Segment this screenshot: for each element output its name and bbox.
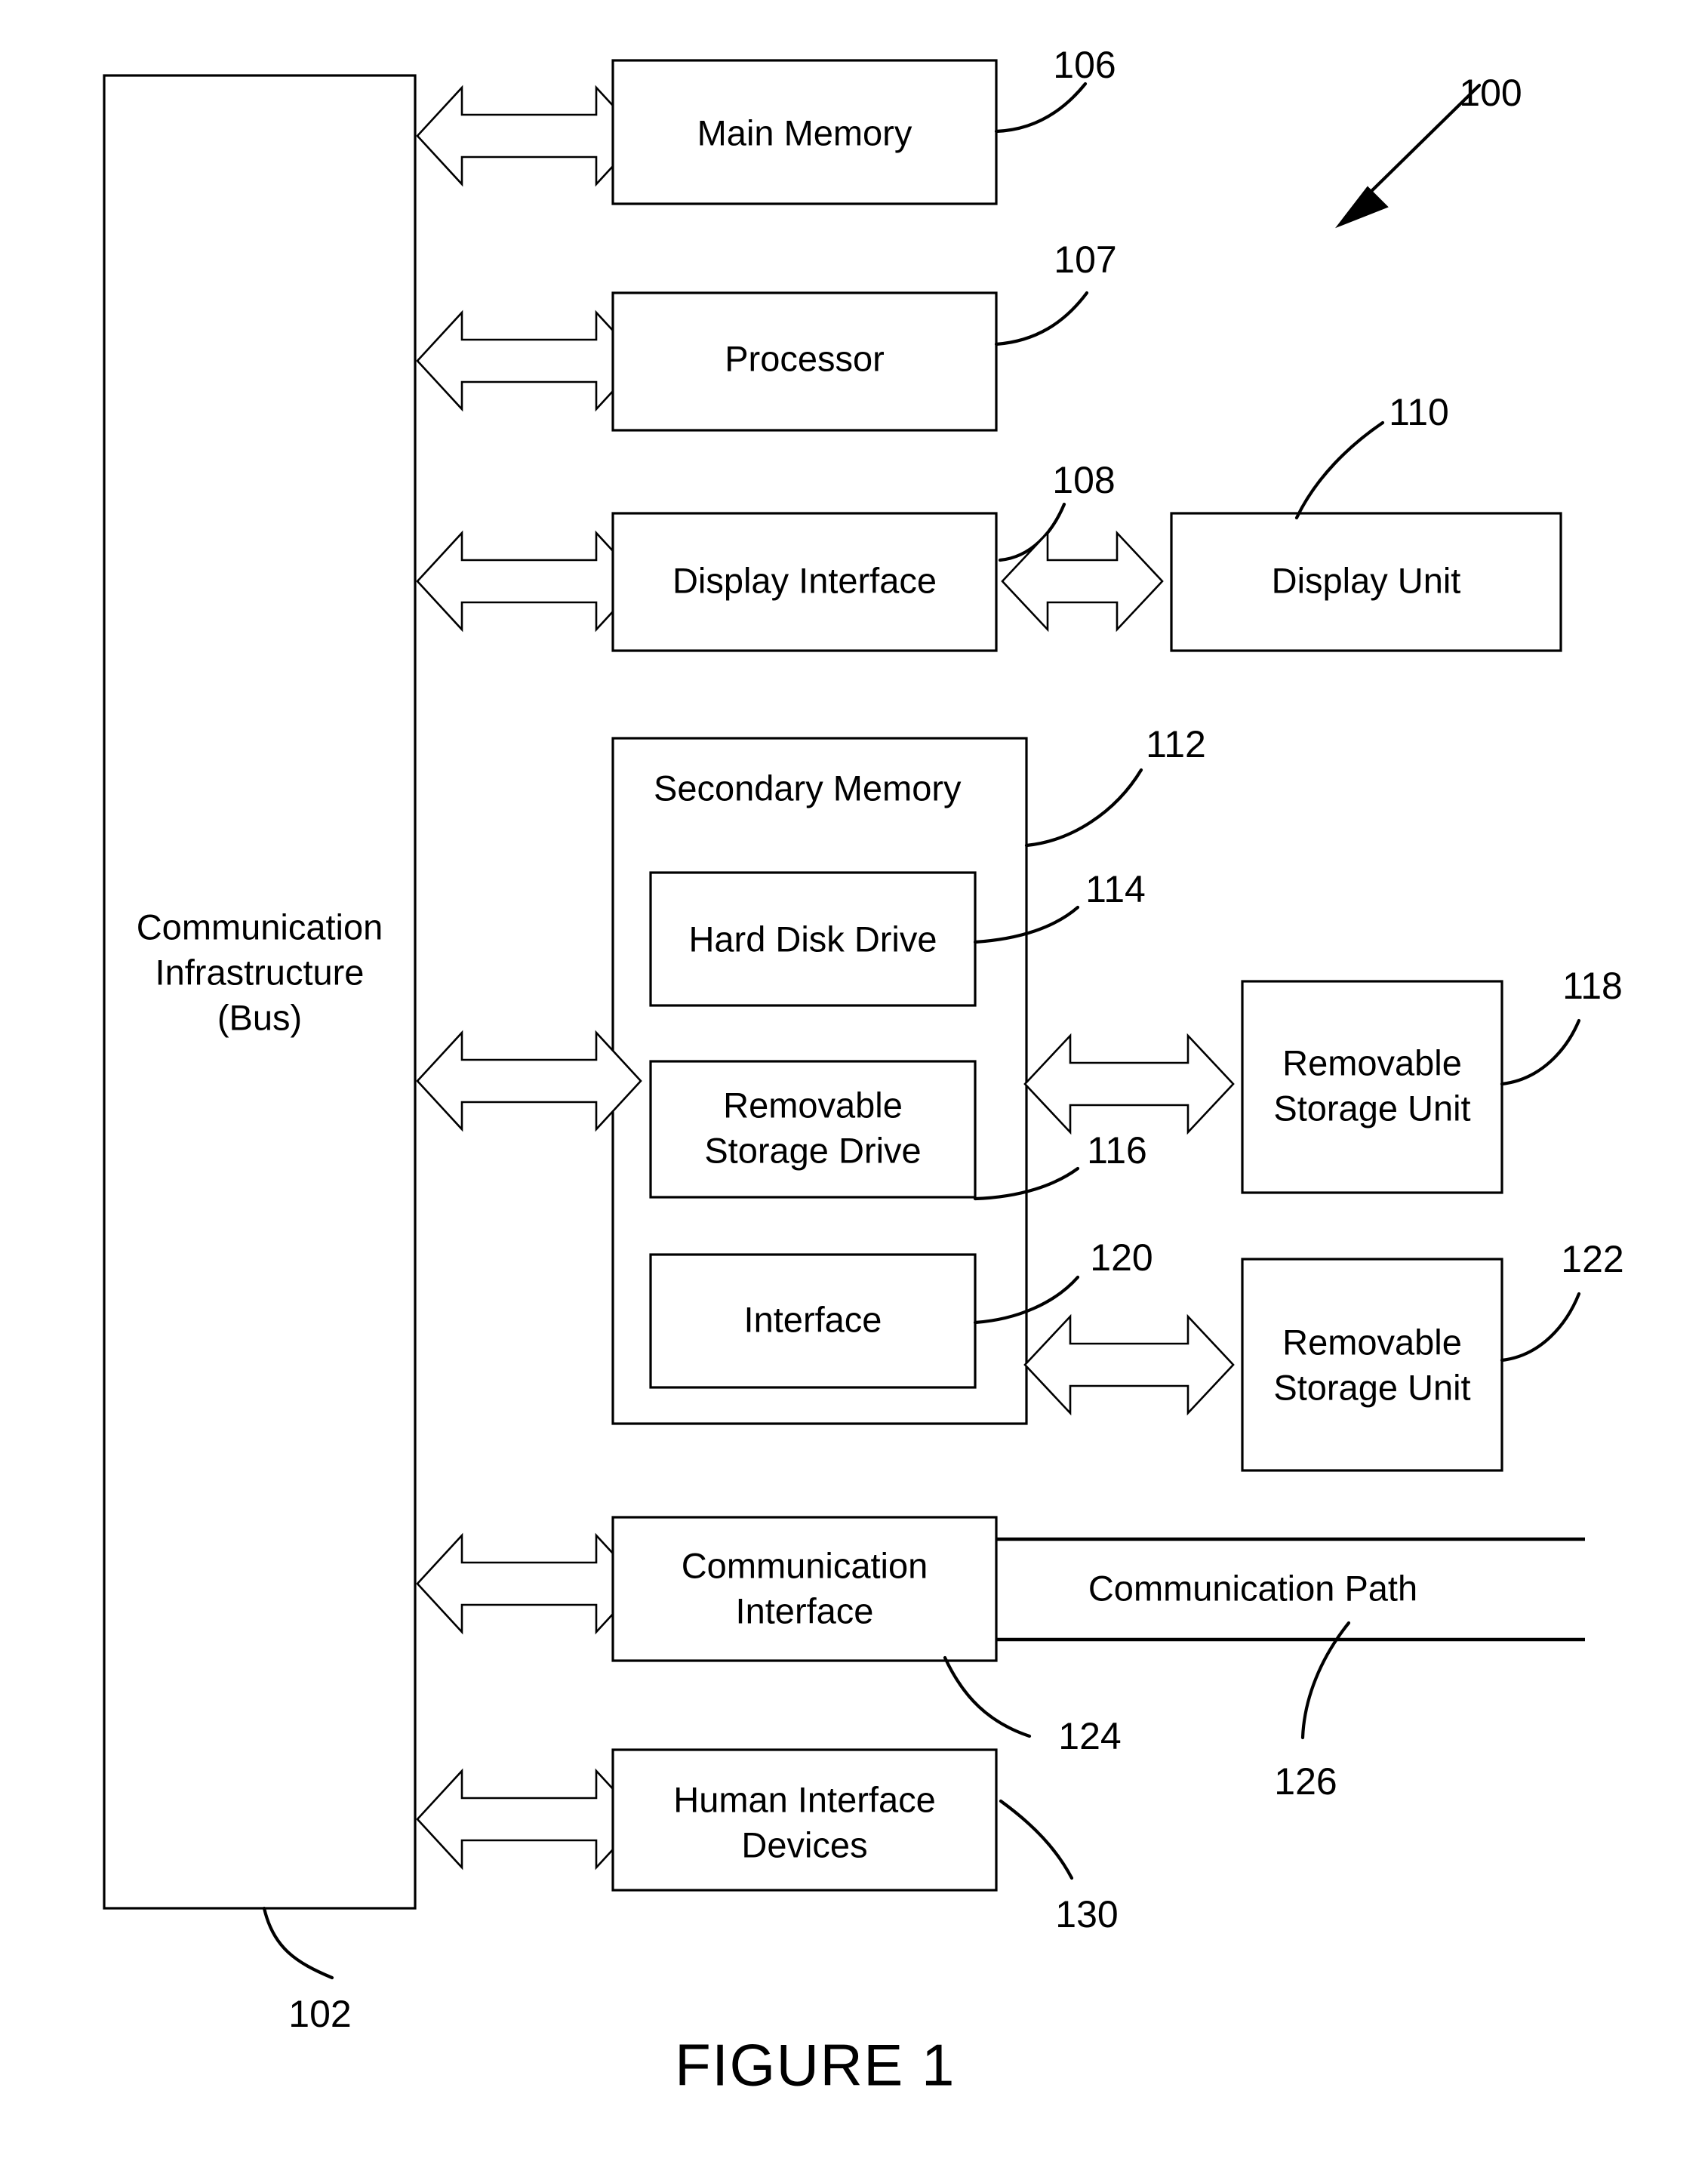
removable-storage-unit-1-label-line1: Removable xyxy=(1282,1042,1462,1082)
removable-storage-unit-1-box xyxy=(1241,980,1503,1194)
removable-storage-drive-box xyxy=(649,1060,977,1199)
ref-112-leader-line xyxy=(1024,768,1143,848)
bus-to-main-memory-arrow xyxy=(416,85,642,187)
block-diagram-svg: Communication Infrastructure (Bus) 102 M… xyxy=(103,44,1624,2098)
processor-label: Processor xyxy=(725,338,885,378)
communication-interface-label-line2: Interface xyxy=(736,1590,874,1630)
bus-to-human-interface-devices-arrow xyxy=(416,1768,642,1871)
ref-112-label: 112 xyxy=(1146,723,1206,765)
ref-102-leader-line xyxy=(262,1906,334,1980)
communication-path-label: Communication Path xyxy=(1088,1568,1417,1608)
ref-122-label: 122 xyxy=(1561,1238,1623,1280)
human-interface-devices-label-line2: Devices xyxy=(741,1824,867,1864)
display-interface-to-display-unit-arrow xyxy=(1001,530,1164,633)
bus-to-display-interface-arrow xyxy=(416,530,642,633)
display-interface-label: Display Interface xyxy=(672,560,937,600)
bus-to-processor-arrow xyxy=(416,309,642,412)
communication-interface-box xyxy=(611,1516,998,1662)
removable-storage-unit-2-label-line2: Storage Unit xyxy=(1273,1367,1470,1407)
removable-storage-unit-2-label-line1: Removable xyxy=(1282,1322,1462,1362)
interface-label: Interface xyxy=(744,1299,882,1339)
removable-storage-unit-1-label-line2: Storage Unit xyxy=(1273,1088,1470,1128)
ref-108-label: 108 xyxy=(1052,459,1115,501)
ref-120-label: 120 xyxy=(1090,1236,1153,1279)
ref-107-leader-line xyxy=(994,291,1089,346)
ref-118-label: 118 xyxy=(1562,965,1623,1007)
human-interface-devices-box xyxy=(611,1748,998,1892)
ref-130-leader-line xyxy=(999,1799,1074,1880)
main-memory-label: Main Memory xyxy=(697,112,912,152)
hard-disk-drive-label: Hard Disk Drive xyxy=(688,919,937,959)
bus-to-secondary-memory-arrow xyxy=(416,1030,642,1132)
display-unit-label: Display Unit xyxy=(1272,560,1461,600)
bus-label-line1: Communication xyxy=(137,907,383,947)
ref-130-label: 130 xyxy=(1055,1893,1118,1935)
ref-110-label: 110 xyxy=(1389,391,1449,433)
ref-110-leader-line xyxy=(1294,420,1385,520)
ref-100-arrowhead-icon xyxy=(1335,186,1389,229)
bus-label-line3: (Bus) xyxy=(217,997,302,1037)
ref-124-leader-line xyxy=(943,1655,1032,1738)
ref-118-leader-line xyxy=(1500,1018,1581,1086)
ref-124-label: 124 xyxy=(1058,1715,1121,1757)
secondary-memory-to-removable-storage-unit-1-arrow xyxy=(1023,1033,1235,1135)
human-interface-devices-label-line1: Human Interface xyxy=(673,1779,935,1819)
figure-caption: FIGURE 1 xyxy=(675,2032,956,2098)
bus-to-communication-interface-arrow xyxy=(416,1532,642,1635)
communication-interface-label-line1: Communication xyxy=(682,1545,928,1585)
ref-106-leader-line xyxy=(994,82,1088,134)
removable-storage-unit-2-box xyxy=(1241,1258,1503,1472)
removable-storage-drive-label-line2: Storage Drive xyxy=(704,1130,921,1170)
secondary-memory-label: Secondary Memory xyxy=(654,768,962,808)
ref-106-label: 106 xyxy=(1053,44,1116,86)
ref-122-leader-line xyxy=(1500,1292,1581,1363)
ref-114-label: 114 xyxy=(1085,868,1146,910)
patent-figure-1: Communication Infrastructure (Bus) 102 M… xyxy=(0,0,1708,2177)
ref-116-label: 116 xyxy=(1087,1129,1147,1172)
ref-100-label: 100 xyxy=(1459,72,1522,114)
ref-102-label: 102 xyxy=(288,1993,351,2035)
interface-to-removable-storage-unit-2-arrow xyxy=(1023,1313,1235,1416)
bus-label-line2: Infrastructure xyxy=(155,952,365,992)
ref-107-label: 107 xyxy=(1054,239,1116,281)
removable-storage-drive-label-line1: Removable xyxy=(723,1085,903,1125)
ref-126-label: 126 xyxy=(1274,1760,1337,1803)
